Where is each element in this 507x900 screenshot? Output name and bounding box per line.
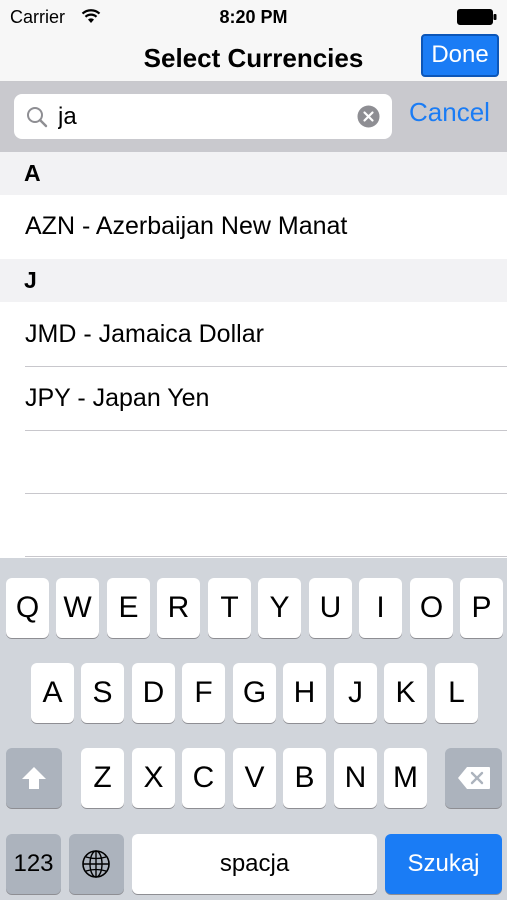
shift-icon bbox=[22, 767, 46, 789]
key-g[interactable]: G bbox=[233, 663, 276, 723]
clear-icon[interactable] bbox=[357, 105, 380, 128]
key-w[interactable]: W bbox=[56, 578, 99, 638]
space-key[interactable]: spacja bbox=[132, 834, 377, 894]
list-item[interactable]: JPY - Japan Yen bbox=[0, 367, 507, 430]
shift-key[interactable] bbox=[6, 748, 62, 808]
key-x[interactable]: X bbox=[132, 748, 175, 808]
key-i[interactable]: I bbox=[359, 578, 402, 638]
key-c[interactable]: C bbox=[182, 748, 225, 808]
key-d[interactable]: D bbox=[132, 663, 175, 723]
key-k[interactable]: K bbox=[384, 663, 427, 723]
globe-icon bbox=[82, 850, 110, 878]
key-a[interactable]: A bbox=[31, 663, 74, 723]
key-o[interactable]: O bbox=[410, 578, 453, 638]
key-s[interactable]: S bbox=[81, 663, 124, 723]
key-j[interactable]: J bbox=[334, 663, 377, 723]
search-input[interactable] bbox=[58, 103, 348, 131]
row-divider bbox=[25, 493, 507, 494]
key-z[interactable]: Z bbox=[81, 748, 124, 808]
key-y[interactable]: Y bbox=[258, 578, 301, 638]
key-m[interactable]: M bbox=[384, 748, 427, 808]
list-item[interactable]: AZN - Azerbaijan New Manat bbox=[0, 195, 507, 258]
section-header-j: J bbox=[0, 259, 507, 302]
key-p[interactable]: P bbox=[460, 578, 503, 638]
search-key[interactable]: Szukaj bbox=[385, 834, 502, 894]
key-l[interactable]: L bbox=[435, 663, 478, 723]
clock: 8:20 PM bbox=[219, 7, 288, 27]
key-t[interactable]: T bbox=[208, 578, 251, 638]
row-divider bbox=[25, 430, 507, 431]
key-h[interactable]: H bbox=[283, 663, 326, 723]
search-bar: Cancel bbox=[0, 82, 507, 152]
battery-icon bbox=[457, 9, 497, 25]
delete-key[interactable] bbox=[445, 748, 502, 808]
key-f[interactable]: F bbox=[182, 663, 225, 723]
list-item[interactable]: JMD - Jamaica Dollar bbox=[0, 303, 507, 366]
key-r[interactable]: R bbox=[157, 578, 200, 638]
key-q[interactable]: Q bbox=[6, 578, 49, 638]
cancel-button[interactable]: Cancel bbox=[409, 97, 490, 128]
key-e[interactable]: E bbox=[107, 578, 150, 638]
key-b[interactable]: B bbox=[283, 748, 326, 808]
search-icon bbox=[27, 107, 48, 128]
globe-key[interactable] bbox=[69, 834, 124, 894]
navigation-bar: Select Currencies Done bbox=[0, 34, 507, 82]
row-divider bbox=[25, 556, 507, 557]
key-u[interactable]: U bbox=[309, 578, 352, 638]
status-bar: Carrier 8:20 PM bbox=[0, 0, 507, 34]
section-header-a: A bbox=[0, 152, 507, 195]
done-button[interactable]: Done bbox=[421, 34, 499, 77]
delete-icon bbox=[458, 767, 490, 789]
search-field[interactable] bbox=[14, 94, 392, 139]
key-n[interactable]: N bbox=[334, 748, 377, 808]
numbers-key[interactable]: 123 bbox=[6, 834, 61, 894]
key-v[interactable]: V bbox=[233, 748, 276, 808]
keyboard: Q W E R T Y U I O P A S D F G H J K L Z … bbox=[0, 558, 507, 900]
